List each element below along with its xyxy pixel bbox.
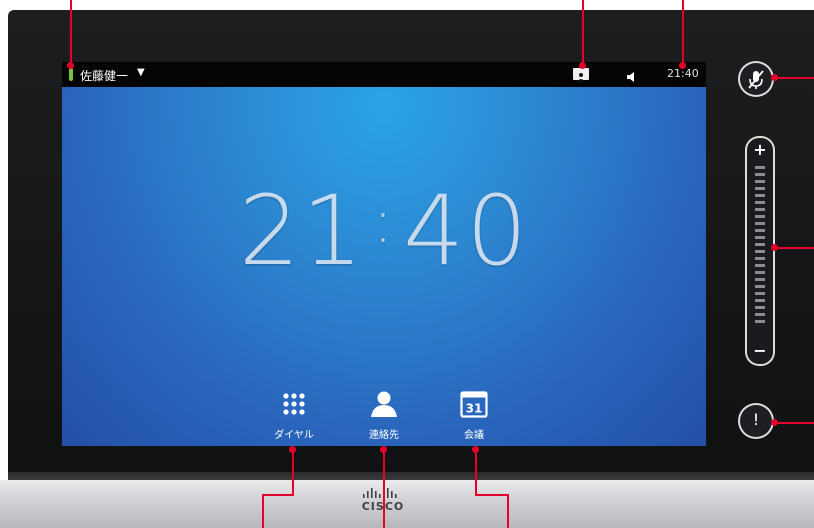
volume-slider[interactable]: + − xyxy=(745,136,775,366)
touch-screen: 佐藤健一 ▼ 21:40 21:40 ダイヤル 連絡先 31 会議 xyxy=(62,62,706,446)
volume-tick xyxy=(755,215,765,218)
volume-tick xyxy=(755,229,765,232)
microphone-muted-icon xyxy=(748,70,764,89)
clock-minutes: 40 xyxy=(403,175,530,287)
volume-tick xyxy=(755,271,765,274)
callout-line-dial-drop xyxy=(262,494,264,528)
volume-up-button[interactable]: + xyxy=(747,140,773,159)
status-bar: 佐藤健一 ▼ 21:40 xyxy=(62,62,706,87)
volume-tick xyxy=(755,257,765,260)
callout-line-contacts xyxy=(383,449,385,528)
callout-line-mute xyxy=(774,77,814,79)
callout-dot-mute xyxy=(771,74,778,81)
volume-tick xyxy=(755,250,765,253)
dialpad-glyph xyxy=(283,393,305,415)
user-menu-caret-icon[interactable]: ▼ xyxy=(137,67,145,78)
volume-tick xyxy=(755,285,765,288)
volume-tick xyxy=(755,187,765,190)
callout-line-dial-v xyxy=(292,449,294,495)
contacts-person-glyph xyxy=(371,391,397,417)
callout-dot-presence xyxy=(67,62,74,69)
volume-tick xyxy=(755,264,765,267)
volume-level-ticks xyxy=(755,166,765,326)
clock-separator: : xyxy=(372,187,396,257)
contacts-label: 連絡先 xyxy=(369,430,399,441)
dial-label: ダイヤル xyxy=(274,430,314,441)
callout-line-alert xyxy=(774,422,814,424)
user-name[interactable]: 佐藤健一 xyxy=(80,67,128,84)
callout-line-meetings-drop xyxy=(507,494,509,528)
meetings-button[interactable]: 31 会議 xyxy=(439,390,509,446)
calendar-glyph: 31 xyxy=(460,391,488,418)
callout-dot-contact xyxy=(579,62,586,69)
volume-tick xyxy=(755,306,765,309)
contacts-button[interactable]: 連絡先 xyxy=(349,390,419,446)
volume-tick xyxy=(755,222,765,225)
volume-tick xyxy=(755,236,765,239)
dial-button[interactable]: ダイヤル xyxy=(259,390,329,446)
speaker-icon[interactable] xyxy=(625,68,637,82)
volume-tick xyxy=(755,194,765,197)
callout-line-volume xyxy=(774,247,814,249)
volume-tick xyxy=(755,299,765,302)
callout-line-meetings-v xyxy=(475,449,477,495)
contact-card-glyph xyxy=(577,73,585,82)
alert-icon: ! xyxy=(752,410,760,429)
calendar-day: 31 xyxy=(466,402,483,416)
volume-tick xyxy=(755,243,765,246)
alert-button[interactable]: ! xyxy=(738,403,774,439)
home-clock: 21:40 xyxy=(62,175,706,287)
meetings-label: 会議 xyxy=(464,430,484,441)
volume-down-button[interactable]: − xyxy=(747,341,773,360)
volume-tick xyxy=(755,173,765,176)
volume-tick xyxy=(755,278,765,281)
callout-line-dial-h xyxy=(262,494,294,496)
volume-tick xyxy=(755,313,765,316)
volume-tick xyxy=(755,320,765,323)
callout-dot-time xyxy=(679,62,686,69)
volume-tick xyxy=(755,201,765,204)
calendar-icon: 31 xyxy=(460,390,488,418)
volume-tick xyxy=(755,166,765,169)
bezel-edge xyxy=(8,472,814,480)
callout-line-contact xyxy=(582,0,584,64)
callout-dot-alert xyxy=(771,419,778,426)
contact-card-icon[interactable] xyxy=(573,68,589,82)
speaker-glyph xyxy=(627,72,634,82)
callout-dot-volume xyxy=(771,244,778,251)
callout-line-time xyxy=(682,0,684,64)
presence-indicator xyxy=(69,68,73,81)
volume-tick xyxy=(755,180,765,183)
volume-tick xyxy=(755,208,765,211)
contacts-person-icon xyxy=(370,390,398,418)
mute-button[interactable] xyxy=(738,61,774,97)
callout-line-presence xyxy=(70,0,72,64)
home-wallpaper: 21:40 ダイヤル 連絡先 31 会議 xyxy=(62,87,706,446)
dialpad-icon xyxy=(280,390,308,418)
callout-line-meetings-h xyxy=(475,494,509,496)
volume-tick xyxy=(755,292,765,295)
clock-hours: 21 xyxy=(238,175,365,287)
